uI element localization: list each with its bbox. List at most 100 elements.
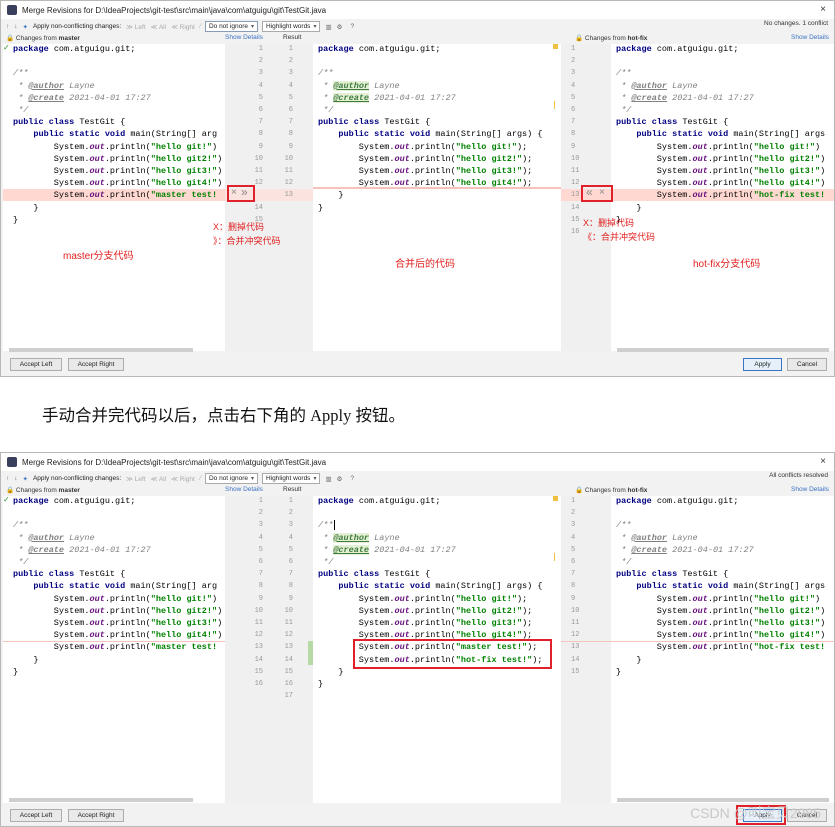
change-marker-line (554, 553, 555, 561)
down-arrow-icon[interactable]: ↓ (14, 23, 17, 30)
check-icon: ✓ (3, 43, 10, 52)
result-code: package com.atguigu.git; /** * @author L… (318, 44, 543, 213)
horizontal-scrollbar-left[interactable] (9, 348, 193, 352)
discard-right-icon[interactable]: × (599, 187, 605, 198)
show-details-link-left[interactable]: Show Details (225, 486, 263, 495)
show-details-link-right[interactable]: Show Details (791, 486, 829, 495)
str-p1: "hello git!" (150, 141, 212, 152)
ignore-whitespace-select[interactable]: Do not ignore ▾ (204, 473, 258, 484)
right-line-numbers: 1 2 3 4 5 6 7 8 9 10 11 12 13 14 15 16 (571, 45, 580, 237)
apply-all-button[interactable]: ≪ All (151, 23, 166, 31)
ignore-select-value: Do not ignore (208, 23, 248, 30)
change-marker-line (554, 101, 555, 109)
apply-button[interactable]: Apply (743, 358, 782, 371)
result-line-numbers: 1 2 3 4 5 6 7 8 9 10 11 12 13 (284, 45, 293, 200)
close-icon[interactable]: × (820, 456, 826, 467)
show-details-link-left[interactable]: Show Details (225, 34, 263, 43)
right-header-prefix: Changes from (584, 35, 628, 42)
chevron-down-icon: ▾ (250, 24, 254, 30)
columns-icon[interactable]: ▥ (325, 475, 331, 483)
highlight-mode-select[interactable]: Highlight words ▾ (262, 473, 321, 484)
check-icon: ✓ (3, 495, 10, 504)
doc-create-line: * (13, 92, 29, 103)
str-p2: "hello git2!" (150, 153, 218, 164)
merge-window-1: Merge Revisions for D:\IdeaProjects\git-… (0, 0, 835, 377)
columns-icon[interactable]: ▥ (325, 23, 331, 31)
accept-right-button[interactable]: Accept Right (68, 809, 124, 822)
result-header: Result (283, 34, 302, 41)
left-branch-name: master (58, 35, 80, 42)
apply-right-button[interactable]: ≪ Right (171, 23, 195, 31)
toolbar: ↑ ↓ ✦ Apply non-conflicting changes: ≫ L… (1, 19, 834, 34)
label-merged-code: 合并后的代码 (395, 259, 455, 270)
button-bar: Accept Left Accept Right Apply Cancel (1, 354, 834, 376)
left-code: package com.atguigu.git; /** * @author L… (13, 44, 223, 225)
right-pane-header: 🔒 Changes from hot-fix (575, 35, 648, 42)
doc-end: */ (13, 105, 29, 116)
left-branch-name: master (58, 487, 80, 494)
help-icon[interactable]: ? (350, 475, 354, 482)
close-icon[interactable]: × (820, 4, 826, 15)
apply-left-button[interactable]: ≫ Left (126, 475, 145, 483)
apply-nonconflicting-label: Apply non-conflicting changes: (32, 475, 122, 482)
str-master: "master test! (150, 190, 218, 201)
up-arrow-icon[interactable]: ↑ (6, 475, 9, 482)
horizontal-scrollbar-right[interactable] (617, 798, 829, 802)
accept-right-button[interactable]: Accept Right (68, 358, 124, 371)
str-p3: "hello git3!" (150, 166, 218, 177)
app-icon (7, 457, 17, 467)
gear-icon[interactable]: ⚙ (337, 23, 343, 31)
right-gutter (561, 496, 611, 803)
right-line-numbers: 1 2 3 4 5 6 7 8 9 10 11 12 13 14 15 (571, 497, 580, 676)
chevron-down-icon: ▾ (250, 476, 254, 482)
line-number-gutter (225, 496, 313, 803)
right-branch-name: hot-fix (627, 35, 648, 42)
apply-all-button[interactable]: ≪ All (151, 475, 166, 483)
accept-left-button[interactable]: Accept Left (10, 809, 62, 822)
accept-right-icon[interactable]: « (586, 185, 593, 199)
magic-resolve-icon[interactable]: ✦ (23, 23, 28, 31)
help-icon[interactable]: ? (350, 23, 354, 30)
kw-public: public class (13, 117, 75, 128)
resolved-marker-gutter (308, 641, 313, 665)
magic-resolve-icon[interactable]: ✦ (23, 475, 28, 483)
wand-icon[interactable]: ⁄ (200, 475, 201, 482)
apply-right-button[interactable]: ≪ Right (171, 475, 195, 483)
horizontal-scrollbar-right[interactable] (617, 348, 829, 352)
right-header-prefix: Changes from (584, 487, 628, 494)
apply-left-button[interactable]: ≫ Left (126, 23, 145, 31)
status-text: No changes. 1 conflict (764, 20, 828, 27)
horizontal-scrollbar-left[interactable] (9, 798, 193, 802)
right-code: package com.atguigu.git; /** * @author L… (616, 496, 826, 677)
ignore-whitespace-select[interactable]: Do not ignore ▾ (204, 21, 258, 32)
highlight-mode-select[interactable]: Highlight words ▾ (262, 21, 321, 32)
doc-start: /** (13, 68, 29, 79)
discard-left-icon[interactable]: × (231, 187, 237, 198)
accept-left-icon[interactable]: » (241, 185, 248, 199)
text-cursor (334, 520, 335, 530)
up-arrow-icon[interactable]: ↑ (6, 23, 9, 30)
title-bar: Merge Revisions for D:\IdeaProjects\git-… (1, 453, 834, 471)
wand-icon[interactable]: ⁄ (200, 23, 201, 30)
down-arrow-icon[interactable]: ↓ (14, 475, 17, 482)
result-header: Result (283, 486, 302, 493)
left-pane-header: 🔒 Changes from master (6, 35, 80, 42)
annotation-x-delete-left: X：删掉代码 (213, 222, 265, 232)
result-line-numbers: 1 2 3 4 5 6 7 8 9 10 11 12 13 14 15 16 1… (284, 497, 293, 701)
label-hotfix-code: hot-fix分支代码 (693, 259, 761, 270)
change-marker (553, 44, 558, 49)
right-branch-name: hot-fix (627, 487, 648, 494)
status-text: All conflicts resolved (769, 472, 828, 479)
doc-author-line: * (13, 80, 29, 91)
create-value: 2021-04-01 17:27 (64, 92, 151, 103)
create-tag: @create (28, 92, 65, 103)
gear-icon[interactable]: ⚙ (337, 475, 343, 483)
kw-package: package (13, 44, 49, 54)
cancel-button[interactable]: Cancel (787, 358, 827, 371)
ignore-select-value: Do not ignore (208, 475, 248, 482)
show-details-link-right[interactable]: Show Details (791, 34, 829, 43)
chevron-down-icon: ▾ (313, 24, 317, 30)
left-header-prefix: Changes from (15, 35, 59, 42)
right-pane-header: 🔒 Changes from hot-fix (575, 487, 648, 494)
accept-left-button[interactable]: Accept Left (10, 358, 62, 371)
